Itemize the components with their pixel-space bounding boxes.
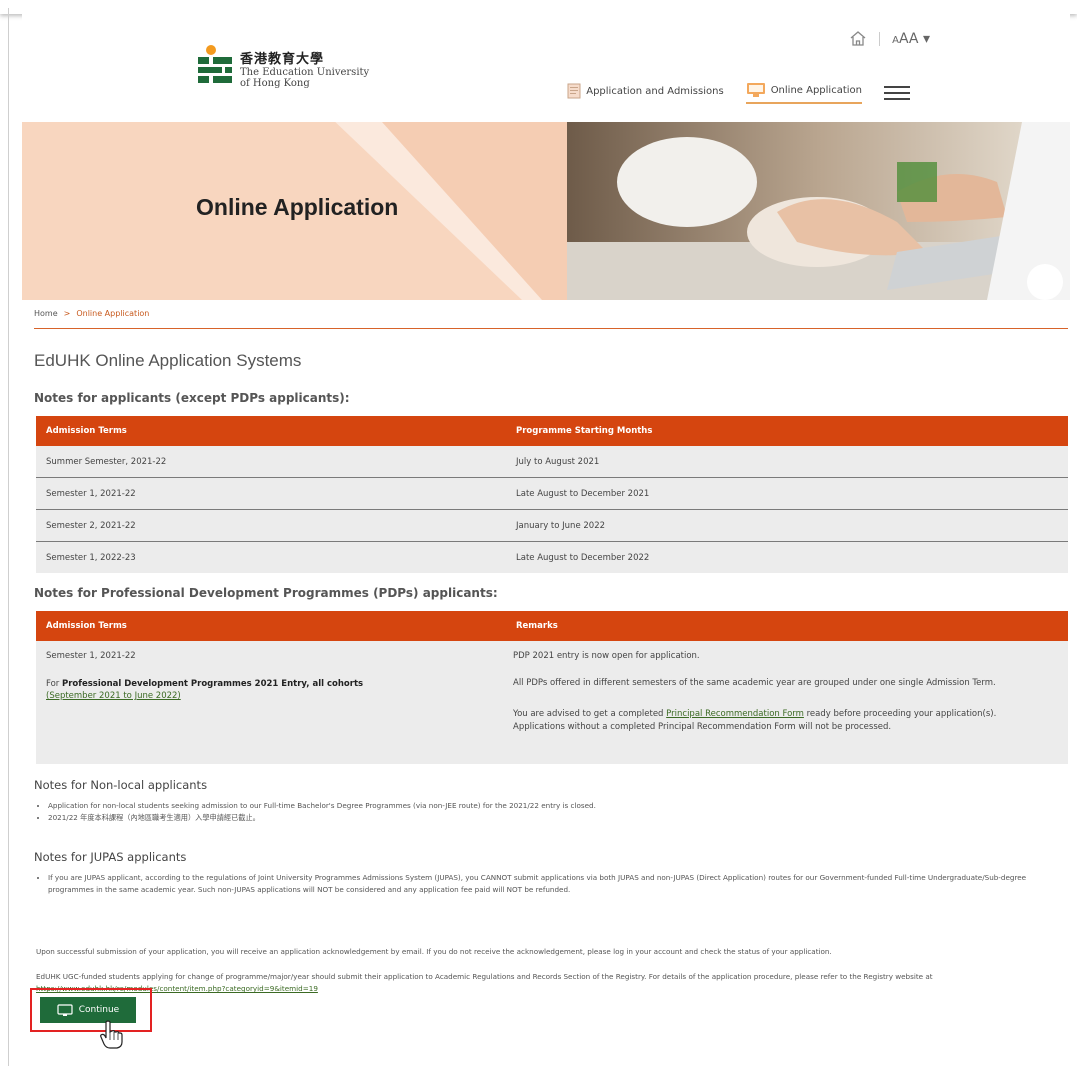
nav-online-application[interactable]: Online Application (745, 82, 862, 104)
table-cell: Summer Semester, 2021-22 (36, 446, 506, 478)
nonlocal-notes: Application for non-local students seeki… (36, 800, 596, 824)
breadcrumb-separator: > (63, 309, 71, 318)
window-left-border (8, 8, 9, 1066)
nav-label: Online Application (770, 84, 862, 96)
breadcrumb-home[interactable]: Home (34, 309, 58, 318)
font-size-label: AA (898, 30, 919, 47)
home-icon[interactable] (849, 30, 867, 47)
list-item: If you are JUPAS applicant, according to… (48, 872, 1066, 896)
table-row: Semester 1, 2022-23 Late August to Decem… (36, 541, 1068, 573)
logo-mark-icon (198, 45, 232, 83)
document-icon (567, 83, 581, 99)
section-heading-jupas: Notes for JUPAS applicants (34, 850, 187, 864)
section-heading-nonlocal: Notes for Non-local applicants (34, 778, 208, 792)
browser-top-edge (0, 0, 1077, 14)
menu-icon[interactable] (884, 86, 910, 100)
pdp-term-2-title: Professional Development Programmes 2021… (61, 679, 364, 689)
font-size-toggle[interactable]: AAA ▾ (892, 31, 930, 47)
pdp-term-1: Semester 1, 2021-22 (46, 651, 136, 661)
hero-banner: Online Application (22, 122, 1070, 300)
caret-down-icon: ▾ (922, 30, 930, 47)
divider (879, 31, 881, 46)
logo-english-name-line1: The Education University (240, 67, 370, 78)
table-cell: July to August 2021 (506, 446, 1068, 478)
acknowledgement-paragraph: Upon successful submission of your appli… (36, 947, 832, 956)
hand-cursor-icon (100, 1020, 123, 1049)
monitor-icon (746, 83, 765, 97)
table-row: Semester 2, 2021-22 January to June 2022 (36, 509, 1068, 542)
column-header: Admission Terms (36, 611, 506, 641)
nav-application-admissions[interactable]: Application and Admissions (567, 83, 724, 103)
pdp-period-link[interactable]: (September 2021 to June 2022) (46, 691, 181, 701)
page: 香港教育大學 The Education University of Hong … (22, 14, 1070, 1066)
pdp-remark-1: PDP 2021 entry is now open for applicati… (513, 651, 700, 661)
continue-label: Continue (78, 1005, 120, 1015)
list-item: Application for non-local students seeki… (48, 800, 596, 812)
monitor-icon (57, 1003, 73, 1016)
principal-recommendation-form-link[interactable]: Principal Recommendation Form (666, 709, 804, 719)
section-heading-pdp: Notes for Professional Development Progr… (34, 586, 498, 600)
logo-chinese-name: 香港教育大學 (240, 52, 325, 67)
banner-title: Online Application (196, 194, 399, 220)
breadcrumb-rule (34, 328, 1068, 329)
table-cell: Semester 1, 2022-23 (36, 541, 506, 573)
pdp-table-body: Semester 1, 2021-22 PDP 2021 entry is no… (36, 641, 1068, 764)
pdp-remark-2: All PDPs offered in different semesters … (513, 678, 996, 688)
table-cell: January to June 2022 (506, 509, 1068, 542)
column-header: Remarks (506, 611, 1068, 641)
breadcrumb: Home > Online Application (34, 309, 149, 318)
main-nav: Application and Admissions Online Applic… (567, 82, 910, 104)
page-title: EdUHK Online Application Systems (34, 351, 302, 370)
pdp-table-header: Admission Terms Remarks (36, 611, 1068, 641)
list-item: 2021/22 年度本科課程（內地區職考生適用）入學申請經已截止。 (48, 812, 596, 824)
continue-highlight-box: Continue (30, 988, 152, 1032)
pdp-remark-advice: You are advised to get a completed Princ… (513, 709, 997, 732)
table-cell: Semester 1, 2021-22 (36, 477, 506, 510)
jupas-notes: If you are JUPAS applicant, according to… (36, 872, 1066, 896)
table-cell: Late August to December 2021 (506, 477, 1068, 510)
column-header: Programme Starting Months (506, 416, 1068, 446)
table-cell: Late August to December 2022 (506, 541, 1068, 573)
admission-terms-table: Admission Terms Programme Starting Month… (36, 416, 1068, 573)
pdp-term-2: For Professional Development Programmes … (46, 679, 364, 701)
table-cell: Semester 2, 2021-22 (36, 509, 506, 542)
registry-paragraph: EdUHK UGC-funded students applying for c… (36, 972, 933, 993)
column-header: Admission Terms (36, 416, 506, 446)
table-row: Semester 1, 2021-22 Late August to Decem… (36, 477, 1068, 510)
nav-label: Application and Admissions (586, 85, 724, 97)
utility-bar: AAA ▾ (849, 30, 930, 47)
section-heading-applicants: Notes for applicants (except PDPs applic… (34, 391, 350, 405)
table-row: Summer Semester, 2021-22 July to August … (36, 446, 1068, 478)
breadcrumb-current: Online Application (76, 309, 150, 318)
logo-english-name-line2: of Hong Kong (240, 78, 310, 89)
laptop-typing-photo (567, 122, 1070, 300)
eduhk-logo[interactable]: 香港教育大學 The Education University of Hong … (198, 44, 398, 100)
site-header: 香港教育大學 The Education University of Hong … (22, 14, 1070, 122)
